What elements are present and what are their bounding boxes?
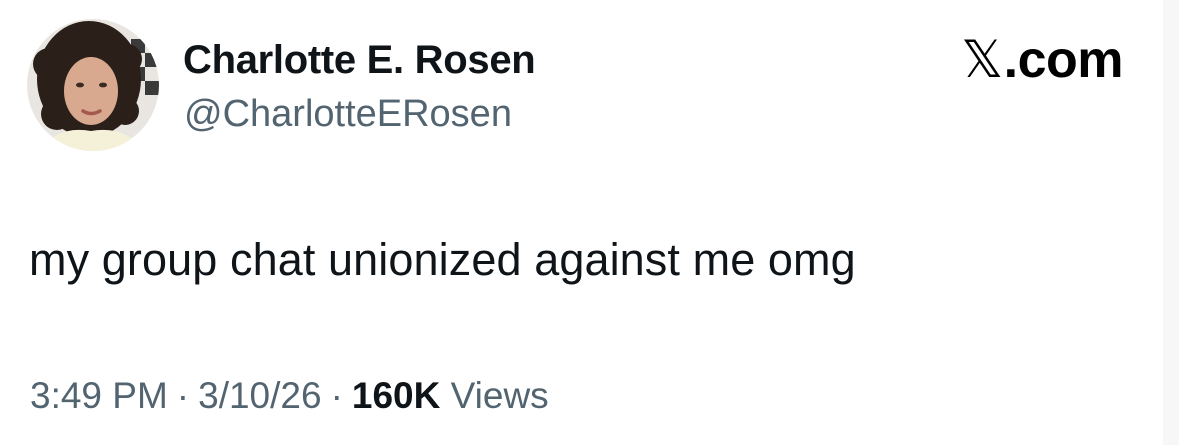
views-count: 160K [351, 375, 441, 416]
edge-strip [1163, 0, 1179, 445]
tweet-date[interactable]: 3/10/26 [198, 375, 321, 416]
views-label: Views [450, 375, 549, 416]
meta-separator: · [330, 375, 343, 416]
tweet-text: my group chat unionized against me omg [29, 234, 856, 285]
x-com-logo: 𝕏.com [961, 30, 1123, 90]
brand-suffix: .com [1003, 31, 1124, 89]
meta-separator: · [176, 375, 190, 416]
tweet-time[interactable]: 3:49 PM [30, 375, 168, 416]
tweet-meta: 3:49 PM · 3/10/26 · 160K Views [30, 372, 549, 420]
author-handle[interactable]: @CharlotteERosen [184, 91, 512, 137]
avatar[interactable] [27, 19, 159, 151]
author-display-name[interactable]: Charlotte E. Rosen [183, 36, 536, 84]
x-logo-icon: 𝕏 [961, 30, 1003, 90]
